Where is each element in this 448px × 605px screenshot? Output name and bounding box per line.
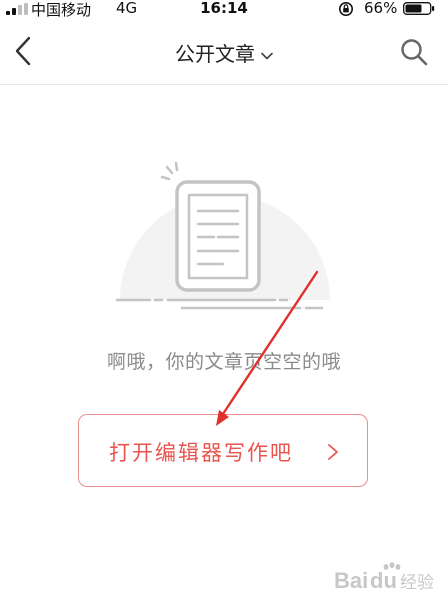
chevron-right-icon bbox=[328, 444, 338, 460]
open-editor-button[interactable]: 打开编辑器写作吧 bbox=[78, 414, 368, 487]
chevron-down-icon bbox=[261, 52, 273, 59]
rotation-lock-icon bbox=[339, 2, 353, 16]
baidu-jingyan-watermark: Bai du 经验 bbox=[330, 560, 442, 594]
empty-document-illustration bbox=[115, 161, 330, 310]
battery-percent: 66% bbox=[364, 0, 398, 17]
empty-state-message: 啊哦，你的文章页空空的哦 bbox=[106, 351, 341, 373]
page-title: 公开文章 bbox=[175, 42, 255, 66]
svg-text:du: du bbox=[370, 568, 397, 593]
status-bar: 中国移动 4G 16:14 66% bbox=[0, 0, 448, 19]
navigation-bar: 公开文章 bbox=[0, 18, 448, 85]
open-editor-button-label: 打开编辑器写作吧 bbox=[109, 441, 293, 465]
page-title-dropdown[interactable]: 公开文章 bbox=[0, 38, 448, 67]
svg-text:经验: 经验 bbox=[400, 573, 434, 593]
battery-icon bbox=[403, 2, 435, 15]
search-icon[interactable] bbox=[398, 36, 430, 68]
svg-text:Bai: Bai bbox=[334, 568, 368, 593]
baidu-paw-logo-icon: Bai du 经验 bbox=[334, 562, 434, 593]
